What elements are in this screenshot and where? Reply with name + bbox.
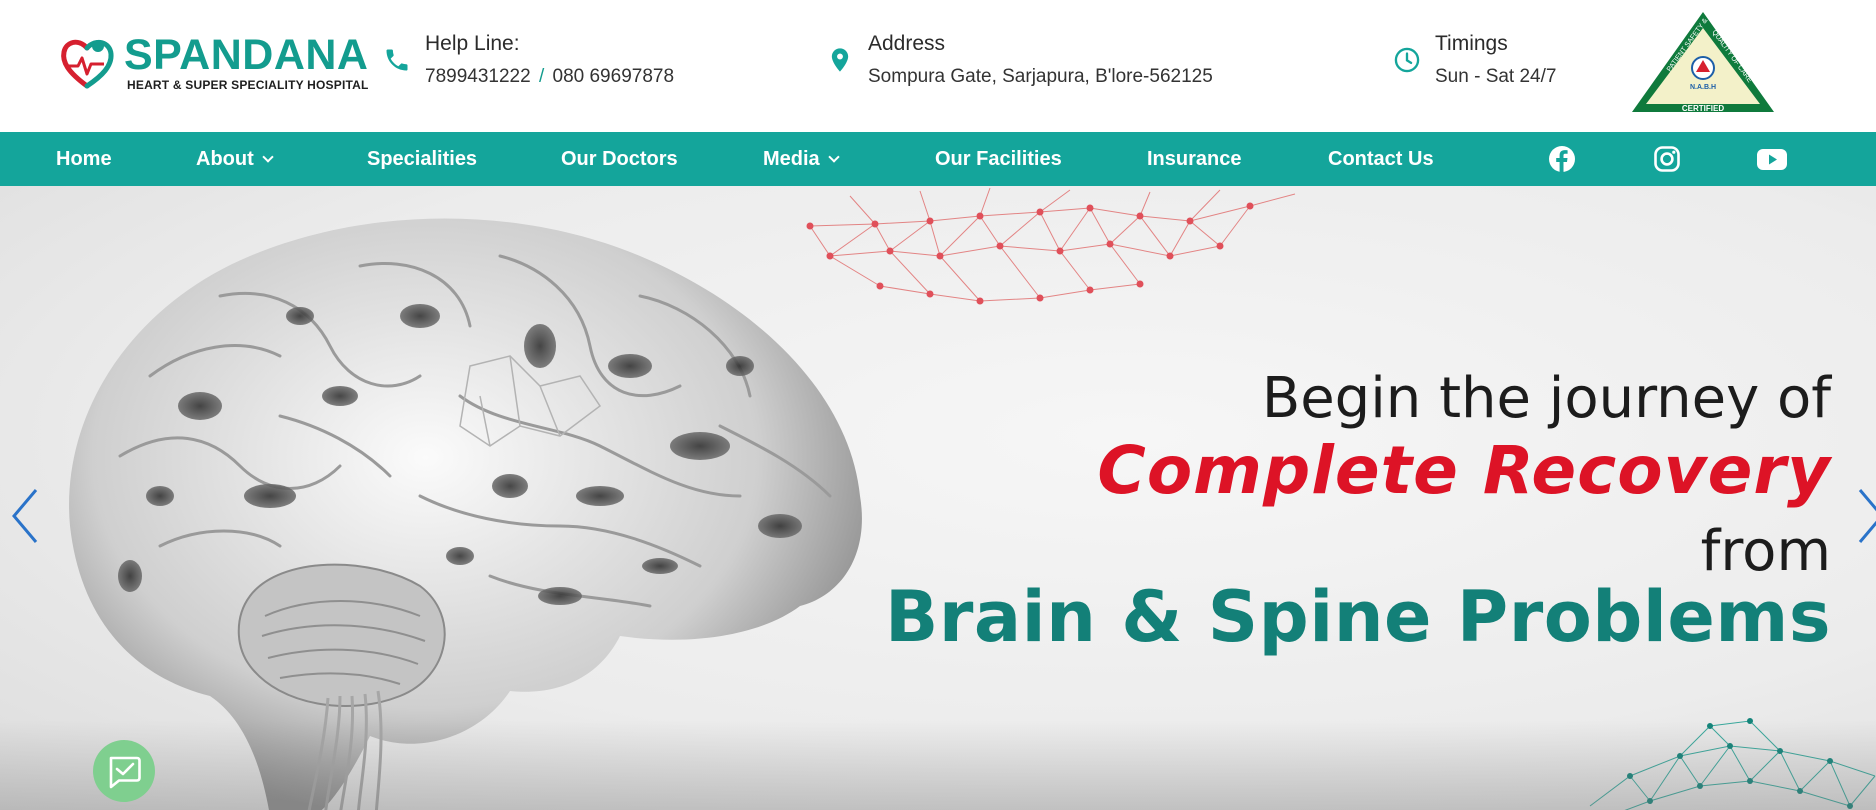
helpline-label: Help Line: (425, 32, 520, 55)
nav-insurance-label: Insurance (1147, 148, 1242, 170)
chat-widget-button[interactable] (93, 740, 155, 802)
timings-label: Timings (1435, 32, 1508, 55)
brand-tagline: HEART & SUPER SPECIALITY HOSPITAL (127, 78, 369, 92)
nav-contact-us-label: Contact Us (1328, 148, 1434, 170)
brain-illustration (69, 218, 862, 810)
nav-media-label: Media (763, 148, 820, 170)
facebook-icon[interactable] (1548, 145, 1576, 173)
helpline-number-2[interactable]: 080 69697878 (553, 66, 675, 87)
phone-icon (386, 49, 408, 71)
chevron-right-icon[interactable] (1858, 486, 1876, 546)
chevron-left-icon[interactable] (10, 486, 38, 546)
helpline-block: Help Line: 7899431222 / 080 69697878 (383, 28, 713, 98)
address-block: Address Sompura Gate, Sarjapura, B'lore-… (826, 28, 1246, 98)
nav-home[interactable]: Home (56, 132, 112, 186)
timings-block: Timings Sun - Sat 24/7 (1393, 28, 1613, 98)
helpline-number-1[interactable]: 7899431222 (425, 66, 531, 87)
main-navigation: Home About Specialities Our Doctors Medi… (0, 132, 1876, 186)
nav-our-facilities-label: Our Facilities (935, 148, 1062, 170)
helpline-numbers: 7899431222 / 080 69697878 (425, 66, 674, 88)
nav-home-label: Home (56, 148, 112, 170)
nav-about-label: About (196, 148, 254, 170)
nav-insurance[interactable]: Insurance (1147, 132, 1241, 186)
hero-slider: Begin the journey of Complete Recovery f… (0, 186, 1876, 810)
chat-check-icon (109, 756, 141, 789)
nav-specialities-label: Specialities (367, 148, 478, 170)
heart-logo-icon (61, 39, 114, 89)
chevron-down-icon (828, 151, 840, 163)
nav-contact-us[interactable]: Contact Us (1328, 132, 1434, 186)
hero-line-2: Complete Recovery (1097, 432, 1831, 509)
timings-value: Sun - Sat 24/7 (1435, 66, 1557, 87)
location-pin-icon (831, 48, 849, 72)
address-value: Sompura Gate, Sarjapura, B'lore-562125 (868, 66, 1213, 87)
hero-line-1: Begin the journey of (1261, 366, 1831, 431)
youtube-icon[interactable] (1756, 145, 1788, 173)
nav-specialities[interactable]: Specialities (367, 132, 477, 186)
hero-line-4: Brain & Spine Problems (884, 576, 1831, 658)
nav-about[interactable]: About (196, 132, 274, 186)
nav-our-doctors-label: Our Doctors (561, 148, 678, 170)
nav-our-doctors[interactable]: Our Doctors (561, 132, 678, 186)
hospital-logo[interactable]: SPANDANA HEART & SUPER SPECIALITY HOSPIT… (58, 32, 368, 94)
nav-media[interactable]: Media (763, 132, 840, 186)
chevron-down-icon (262, 151, 274, 163)
nav-our-facilities[interactable]: Our Facilities (935, 132, 1062, 186)
instagram-icon[interactable] (1653, 145, 1681, 173)
hero-line-3: from (1700, 519, 1831, 584)
nabh-status: CERTIFIED (1682, 104, 1724, 113)
hero-bottom-shadow (0, 720, 1876, 810)
brand-name: SPANDANA (124, 31, 369, 79)
address-label: Address (868, 32, 946, 55)
nabh-org: N.A.B.H (1690, 84, 1716, 91)
helpline-separator: / (538, 66, 545, 87)
nabh-certified-badge: PATIENT SAFETY & QUALITY OF CARE N.A.B.H… (1632, 12, 1774, 113)
top-header: SPANDANA HEART & SUPER SPECIALITY HOSPIT… (0, 0, 1876, 132)
clock-icon (1394, 47, 1420, 73)
